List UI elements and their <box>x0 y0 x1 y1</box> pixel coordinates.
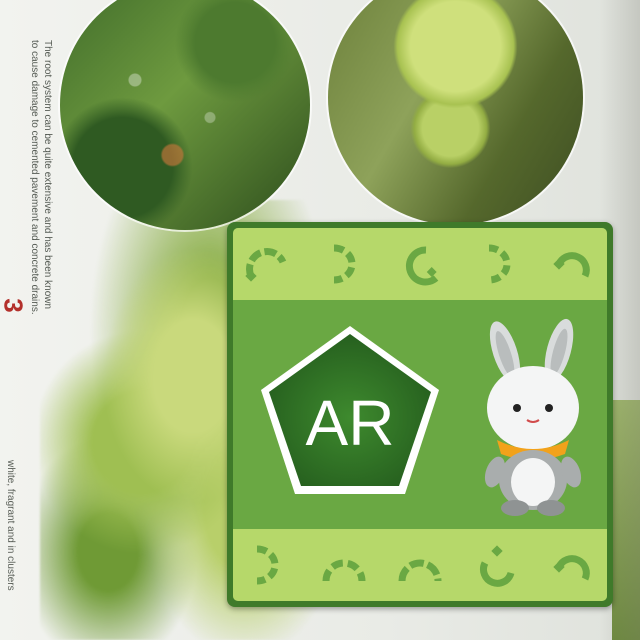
hook-glyph-icon <box>553 252 590 278</box>
step-text: The root system can be quite extensive a… <box>29 40 53 315</box>
bracket-glyph-icon <box>488 244 510 284</box>
curl-glyph-icon <box>479 545 514 587</box>
hook-glyph-icon <box>553 555 590 581</box>
caption-text: white, fragrant and in clusters <box>5 460 16 591</box>
arch-glyph-icon <box>398 559 442 582</box>
caption-block: white, fragrant and in clusters <box>2 460 22 640</box>
hook-glyph-icon <box>245 248 287 282</box>
pattern-band-bottom <box>233 529 607 601</box>
ar-marker-card[interactable]: AR <box>227 222 613 607</box>
ar-card-inner: AR <box>233 228 607 601</box>
arch-glyph-icon <box>322 559 365 582</box>
fruit-photo <box>328 0 583 225</box>
bracket-glyph-icon <box>256 545 279 585</box>
flowering-branch-photo <box>60 0 310 230</box>
step-text-block: The root system can be quite extensive a… <box>8 40 56 320</box>
rabbit-mascot-icon <box>484 318 582 516</box>
ar-badge: AR <box>261 326 439 494</box>
ar-badge-text: AR <box>306 387 395 459</box>
bracket-glyph-icon <box>333 244 355 284</box>
step-number: 3 <box>0 298 29 313</box>
pattern-band-top <box>233 228 607 300</box>
curl-glyph-icon <box>405 246 439 286</box>
